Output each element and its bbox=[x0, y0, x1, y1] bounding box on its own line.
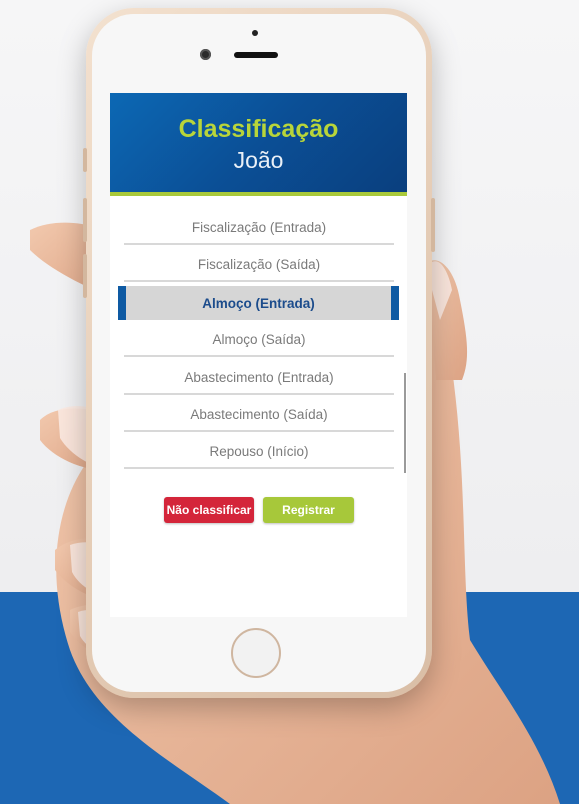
earpiece-speaker bbox=[234, 52, 278, 58]
driver-name: João bbox=[233, 147, 284, 173]
app-screen: Classificação João Fiscalização (Entrada… bbox=[110, 93, 407, 617]
selection-marker-right bbox=[391, 286, 399, 320]
list-item[interactable]: Abastecimento (Saída) bbox=[124, 398, 394, 432]
list-item-label: Abastecimento (Saída) bbox=[190, 406, 328, 422]
proximity-sensor bbox=[252, 30, 258, 36]
volume-up-button bbox=[83, 198, 87, 242]
list-item-label: Almoço (Entrada) bbox=[202, 295, 315, 311]
list-item-selected[interactable]: Almoço (Entrada) bbox=[118, 286, 399, 320]
list-item[interactable]: Repouso (Início) bbox=[124, 435, 394, 469]
list-item-label: Fiscalização (Saída) bbox=[197, 256, 321, 272]
app-header: Classificação João bbox=[110, 93, 407, 193]
list-item-label: Repouso (Início) bbox=[209, 443, 309, 459]
list-item[interactable]: Fiscalização (Saída) bbox=[124, 248, 394, 282]
register-button[interactable]: Registrar bbox=[263, 497, 354, 523]
power-button bbox=[431, 198, 435, 252]
home-button[interactable] bbox=[231, 628, 281, 678]
front-camera-icon bbox=[200, 49, 211, 60]
skip-classification-button[interactable]: Não classificar bbox=[164, 497, 254, 523]
list-item[interactable]: Almoço (Saída) bbox=[124, 323, 394, 357]
mute-switch bbox=[83, 148, 87, 172]
list-scrollbar[interactable] bbox=[404, 373, 406, 473]
page-title: Classificação bbox=[178, 115, 339, 143]
list-item-label: Fiscalização (Entrada) bbox=[191, 219, 327, 235]
list-item-label: Abastecimento (Entrada) bbox=[184, 369, 334, 385]
list-item[interactable]: Abastecimento (Entrada) bbox=[124, 361, 394, 395]
list-item[interactable]: Fiscalização (Entrada) bbox=[124, 211, 394, 245]
header-accent-line bbox=[110, 192, 407, 196]
list-item-label: Almoço (Saída) bbox=[212, 331, 306, 347]
volume-down-button bbox=[83, 254, 87, 298]
selection-marker-left bbox=[118, 286, 126, 320]
